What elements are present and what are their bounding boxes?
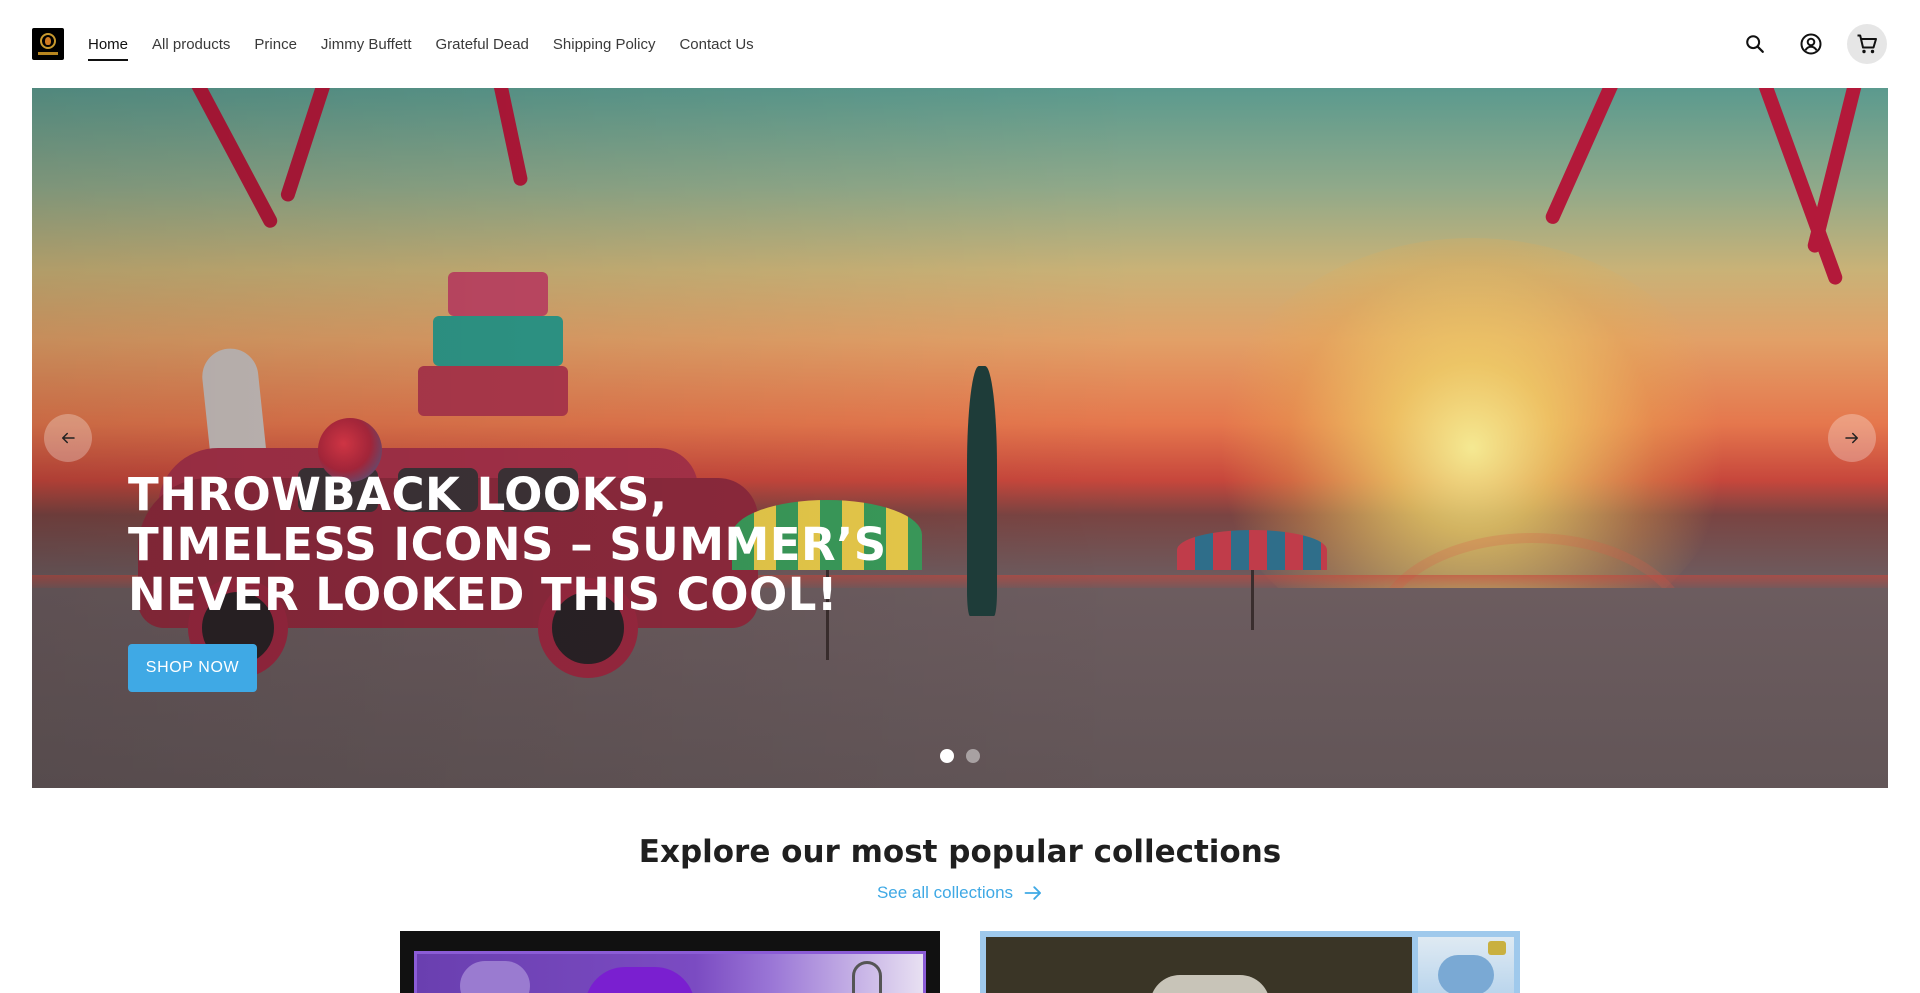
collection-product-shape <box>1150 975 1270 993</box>
hero-heading: THROWBACK LOOKS, TIMELESS ICONS – SUMMER… <box>128 468 887 621</box>
nav-item-prince[interactable]: Prince <box>254 36 297 53</box>
see-all-collections-label: See all collections <box>876 883 1014 902</box>
hero-slideshow: THROWBACK LOOKS, TIMELESS ICONS – SUMMER… <box>32 88 1888 788</box>
collection-card-image[interactable] <box>400 931 940 993</box>
slide-dot-2[interactable] <box>966 749 980 763</box>
cart-icon <box>1857 34 1877 54</box>
slide-pagination <box>940 749 980 763</box>
nav-item-grateful-dead[interactable]: Grateful Dead <box>436 36 529 53</box>
collection-thumbnail <box>1418 937 1514 993</box>
slide-next-button[interactable] <box>1828 414 1876 462</box>
logo-core-shape <box>45 37 51 45</box>
collection-card-image[interactable] <box>980 931 1520 993</box>
palm-frond-4 <box>1543 88 1626 227</box>
collection-thumbnail-product <box>1438 955 1494 993</box>
collection-accessory-shape <box>852 961 882 993</box>
account-button[interactable] <box>1791 24 1831 64</box>
cart-button[interactable] <box>1847 24 1887 64</box>
search-icon <box>1746 35 1764 53</box>
arrow-right-icon <box>1845 432 1858 444</box>
collection-portrait-shape <box>460 961 530 993</box>
nav-item-contact-us[interactable]: Contact Us <box>679 36 753 53</box>
nav-item-jimmy-buffett[interactable]: Jimmy Buffett <box>321 36 412 53</box>
nav-item-all-products[interactable]: All products <box>152 36 230 53</box>
account-icon <box>1800 33 1822 55</box>
umbrella-pole <box>1251 570 1254 630</box>
palm-frond-6 <box>1806 88 1866 255</box>
arrow-right-icon <box>1024 886 1042 900</box>
slide-dot-1[interactable] <box>940 749 954 763</box>
arrow-left-icon <box>62 432 75 444</box>
umbrella-canopy <box>1177 530 1327 570</box>
slide-prev-button[interactable] <box>44 414 92 462</box>
nav-item-home[interactable]: Home <box>88 36 129 61</box>
nav-item-shipping-policy[interactable]: Shipping Policy <box>553 36 656 53</box>
collections-heading: Explore our most popular collections <box>638 834 1282 870</box>
shop-now-button[interactable]: SHOP NOW <box>128 644 257 692</box>
site-header: Home All products Prince Jimmy Buffett G… <box>0 0 1920 88</box>
store-logo[interactable] <box>32 28 64 60</box>
logo-bar-shape <box>38 52 58 55</box>
collection-thumbnail-badge <box>1488 941 1506 955</box>
main-navigation: Home All products Prince Jimmy Buffett G… <box>88 0 778 88</box>
search-button[interactable] <box>1735 24 1775 64</box>
see-all-collections-link[interactable]: See all collections <box>0 883 1920 903</box>
